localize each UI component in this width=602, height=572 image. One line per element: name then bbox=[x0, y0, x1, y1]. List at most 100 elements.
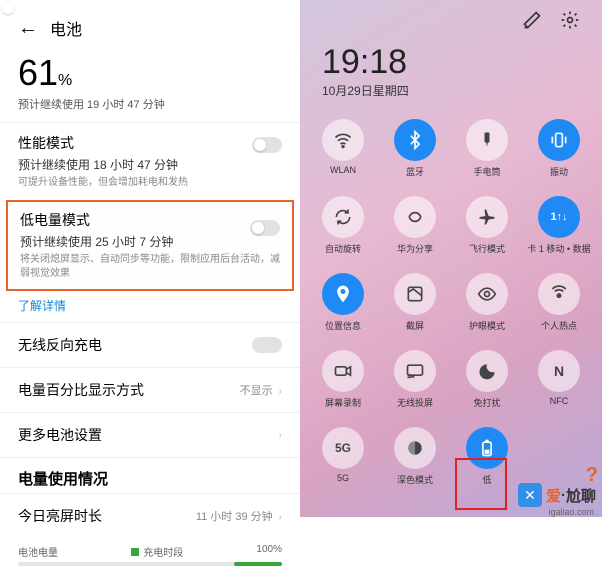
low-title: 低电量模式 bbox=[20, 210, 280, 230]
darkmode-icon bbox=[394, 427, 436, 469]
qs-label: 振动 bbox=[550, 165, 568, 178]
qs-tile-bluetooth[interactable]: 蓝牙 bbox=[380, 113, 450, 188]
mobiledata-icon: 1↑↓ bbox=[538, 196, 580, 238]
5g-icon: 5G bbox=[322, 427, 364, 469]
percent-number: 61 bbox=[18, 52, 58, 93]
qs-tile-eyecomfort[interactable]: 护眼模式 bbox=[452, 267, 522, 342]
qs-label: 手电筒 bbox=[473, 165, 500, 178]
clock-time: 19:18 bbox=[322, 43, 580, 82]
qs-tile-vibrate[interactable]: 振动 bbox=[524, 113, 594, 188]
reverse-toggle[interactable] bbox=[252, 337, 282, 353]
reverse-charge-row[interactable]: 无线反向充电 bbox=[0, 322, 300, 367]
edit-icon[interactable] bbox=[522, 10, 542, 33]
watermark-text1: 爱 bbox=[546, 485, 561, 506]
qs-label: 屏幕录制 bbox=[325, 396, 361, 409]
screen-label: 今日亮屏时长 bbox=[18, 506, 102, 526]
quick-settings-panel: 19:18 10月29日星期四 WLAN 蓝牙 手电筒 振动自动旋转 华为分享 飞行模式 1… bbox=[300, 0, 602, 517]
percent-display-row[interactable]: 电量百分比显示方式 不显示› bbox=[0, 367, 300, 412]
location-icon bbox=[322, 273, 364, 315]
qs-label: WLAN bbox=[330, 165, 356, 175]
nfc-icon: N bbox=[538, 350, 580, 392]
battery-percent: 61% bbox=[0, 44, 300, 96]
qs-tile-autorotate[interactable]: 自动旋转 bbox=[308, 190, 378, 265]
qs-label: NFC bbox=[550, 396, 569, 406]
hotspot-icon bbox=[538, 273, 580, 315]
qs-tile-screenshot[interactable]: 截屏 bbox=[380, 267, 450, 342]
qs-label: 个人热点 bbox=[541, 319, 577, 332]
performance-mode-row[interactable]: 性能模式 预计继续使用 18 小时 47 分钟 可提升设备性能，但会增加耗电和发… bbox=[0, 122, 300, 200]
charge-legend: 充电时段 bbox=[143, 544, 183, 559]
graph-pct: 100% bbox=[256, 544, 282, 559]
qs-tile-darkmode[interactable]: 深色模式 bbox=[380, 421, 450, 496]
clock-date: 10月29日星期四 bbox=[322, 82, 580, 99]
qs-tile-dnd[interactable]: 免打扰 bbox=[452, 344, 522, 419]
pct-disp-value: 不显示› bbox=[240, 382, 282, 398]
watermark-logo-icon: ✕ bbox=[518, 483, 542, 507]
autorotate-icon bbox=[322, 196, 364, 238]
screenrec-icon bbox=[322, 350, 364, 392]
low-desc: 将关闭熄屏显示、自动同步等功能，限制应用后台活动，减弱视觉效果 bbox=[20, 253, 280, 281]
graph-label: 电池电量 bbox=[18, 544, 58, 559]
wlan-icon bbox=[322, 119, 364, 161]
flashlight-icon bbox=[466, 119, 508, 161]
qs-label: 低 bbox=[482, 473, 491, 486]
chevron-right-icon: › bbox=[279, 512, 282, 523]
back-icon[interactable]: ← bbox=[18, 17, 38, 40]
qs-tile-cast[interactable]: 无线投屏 bbox=[380, 344, 450, 419]
qs-label: 卡 1 移动 • 数据 bbox=[527, 242, 590, 255]
qs-tile-flashlight[interactable]: 手电筒 bbox=[452, 113, 522, 188]
percent-symbol: % bbox=[58, 72, 72, 89]
qs-label: 护眼模式 bbox=[469, 319, 505, 332]
pct-disp-label: 电量百分比显示方式 bbox=[18, 380, 144, 400]
qs-tile-lowbatt[interactable]: 低 bbox=[452, 421, 522, 496]
qs-tile-huaweishare[interactable]: 华为分享 bbox=[380, 190, 450, 265]
vibrate-icon bbox=[538, 119, 580, 161]
bluetooth-icon bbox=[394, 119, 436, 161]
qs-label: 截屏 bbox=[406, 319, 424, 332]
airplane-icon bbox=[466, 196, 508, 238]
qs-label: 5G bbox=[337, 473, 349, 483]
more-label: 更多电池设置 bbox=[18, 425, 102, 445]
qs-label: 无线投屏 bbox=[397, 396, 433, 409]
qs-label: 蓝牙 bbox=[406, 165, 424, 178]
qs-tile-wlan[interactable]: WLAN bbox=[308, 113, 378, 188]
perf-title: 性能模式 bbox=[18, 133, 282, 153]
more-settings-row[interactable]: 更多电池设置 › bbox=[0, 412, 300, 457]
qs-tile-nfc[interactable]: N NFC bbox=[524, 344, 594, 419]
qs-label: 深色模式 bbox=[397, 473, 433, 486]
qs-label: 飞行模式 bbox=[469, 242, 505, 255]
reverse-label: 无线反向充电 bbox=[18, 335, 102, 355]
screen-on-row[interactable]: 今日亮屏时长 11 小时 39 分钟› bbox=[0, 493, 300, 538]
low-toggle[interactable] bbox=[250, 220, 280, 236]
qs-tile-5g[interactable]: 5G5G bbox=[308, 421, 378, 496]
qs-label: 华为分享 bbox=[397, 242, 433, 255]
qs-tile-screenrec[interactable]: 屏幕录制 bbox=[308, 344, 378, 419]
lowbatt-icon bbox=[466, 427, 508, 469]
estimate-main: 预计继续使用 19 小时 47 分钟 bbox=[0, 96, 300, 122]
watermark-url: igaliao.com bbox=[548, 507, 594, 517]
chevron-right-icon: › bbox=[279, 386, 282, 397]
dnd-icon bbox=[466, 350, 508, 392]
screen-value: 11 小时 39 分钟› bbox=[196, 508, 282, 524]
qs-label: 自动旋转 bbox=[325, 242, 361, 255]
usage-heading: 电量使用情况 bbox=[0, 457, 300, 493]
watermark: ✕ 爱 · 尬聊 bbox=[518, 483, 596, 507]
huaweishare-icon bbox=[394, 196, 436, 238]
cast-icon bbox=[394, 350, 436, 392]
battery-settings-screen: ← 电池 61% 预计继续使用 19 小时 47 分钟 性能模式 预计继续使用 … bbox=[0, 0, 300, 517]
perf-toggle[interactable] bbox=[252, 137, 282, 153]
eyecomfort-icon bbox=[466, 273, 508, 315]
battery-graph[interactable]: 电池电量 充电时段 100% bbox=[0, 538, 300, 572]
qs-tile-airplane[interactable]: 飞行模式 bbox=[452, 190, 522, 265]
perf-estimate: 预计继续使用 18 小时 47 分钟 bbox=[18, 156, 282, 173]
qs-label: 位置信息 bbox=[325, 319, 361, 332]
qs-tile-location[interactable]: 位置信息 bbox=[308, 267, 378, 342]
screenshot-icon bbox=[394, 273, 436, 315]
perf-desc: 可提升设备性能，但会增加耗电和发热 bbox=[18, 176, 282, 190]
learn-more-link[interactable]: 了解详情 bbox=[0, 291, 300, 322]
qs-label: 免打扰 bbox=[473, 396, 500, 409]
low-battery-mode-row[interactable]: 低电量模式 预计继续使用 25 小时 7 分钟 将关闭熄屏显示、自动同步等功能，… bbox=[6, 200, 294, 291]
qs-tile-mobiledata[interactable]: 1↑↓ 卡 1 移动 • 数据 bbox=[524, 190, 594, 265]
gear-icon[interactable] bbox=[560, 10, 580, 33]
qs-tile-hotspot[interactable]: 个人热点 bbox=[524, 267, 594, 342]
